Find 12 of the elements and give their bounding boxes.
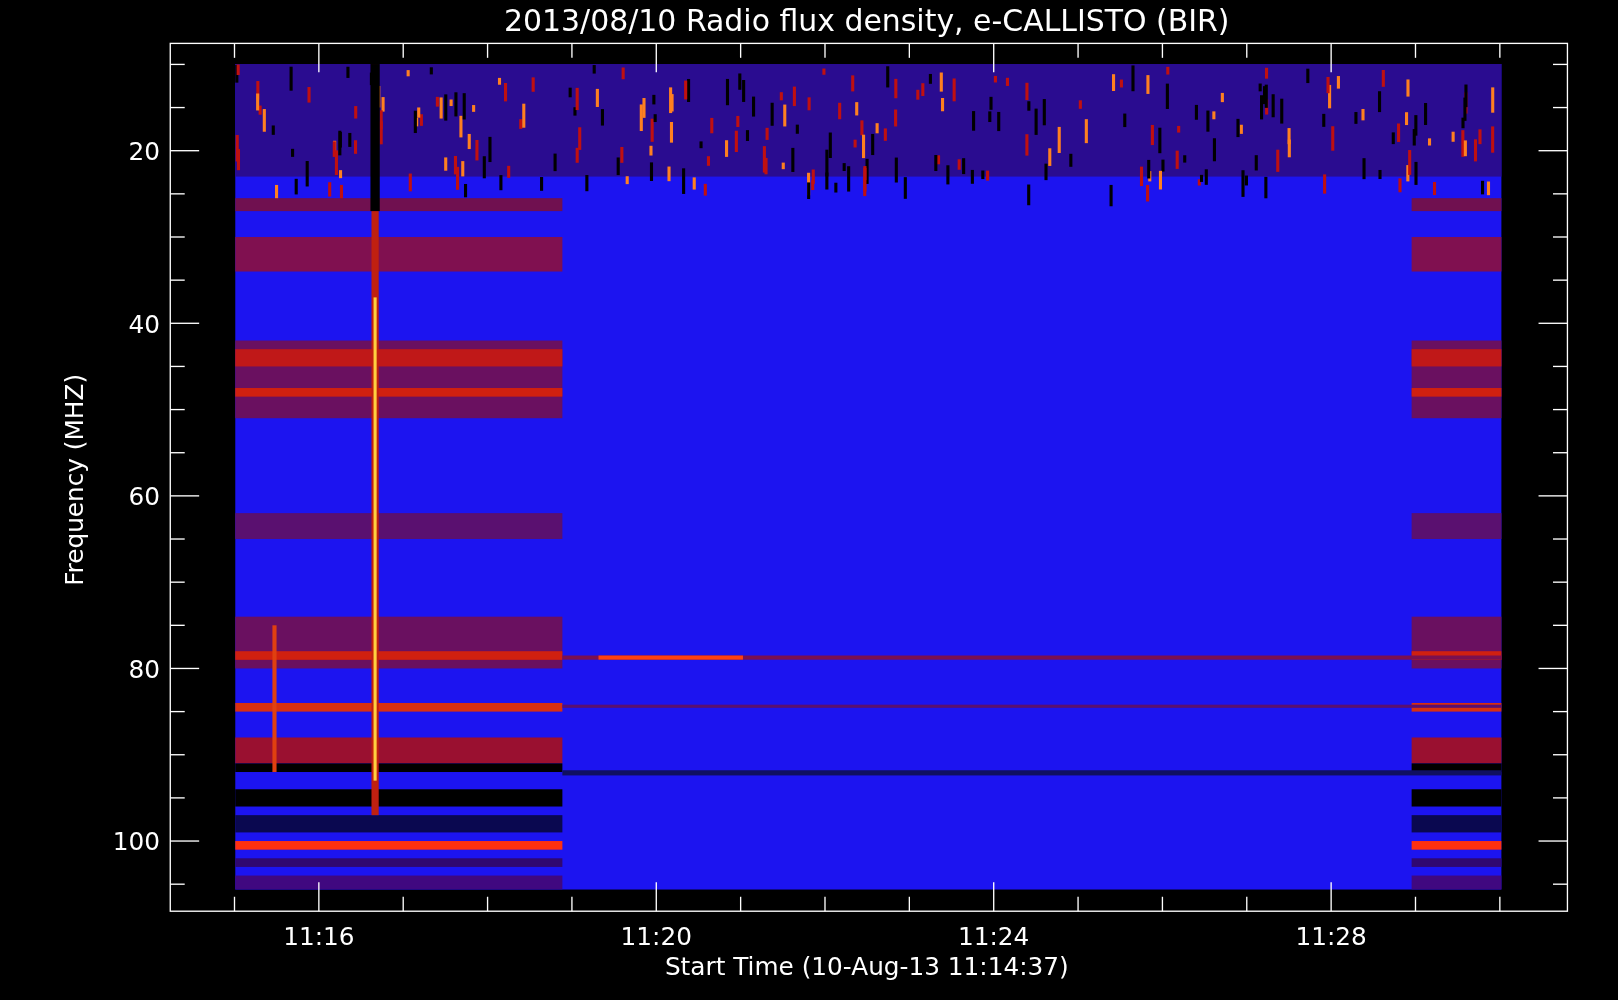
axis-tick-label: 40 bbox=[128, 309, 160, 339]
axis-tick-label: 60 bbox=[128, 482, 160, 512]
x-axis-label: Start Time (10-Aug-13 11:14:37) bbox=[664, 952, 1069, 982]
axis-tick-label: 11:20 bbox=[620, 922, 692, 952]
y-axis-label: Frequency (MHZ) bbox=[59, 373, 89, 586]
axis-tick-label: 11:28 bbox=[1295, 922, 1367, 952]
axis-tick-label: 11:24 bbox=[958, 922, 1030, 952]
axis-tick-label: 80 bbox=[128, 654, 160, 684]
axis-tick-label: 20 bbox=[128, 137, 160, 166]
axis-tick-label: 11:16 bbox=[283, 922, 355, 952]
axis-tick-label: 100 bbox=[112, 827, 160, 857]
chart-title: 2013/08/10 Radio flux density, e-CALLISTO (BIR) bbox=[504, 3, 1230, 38]
